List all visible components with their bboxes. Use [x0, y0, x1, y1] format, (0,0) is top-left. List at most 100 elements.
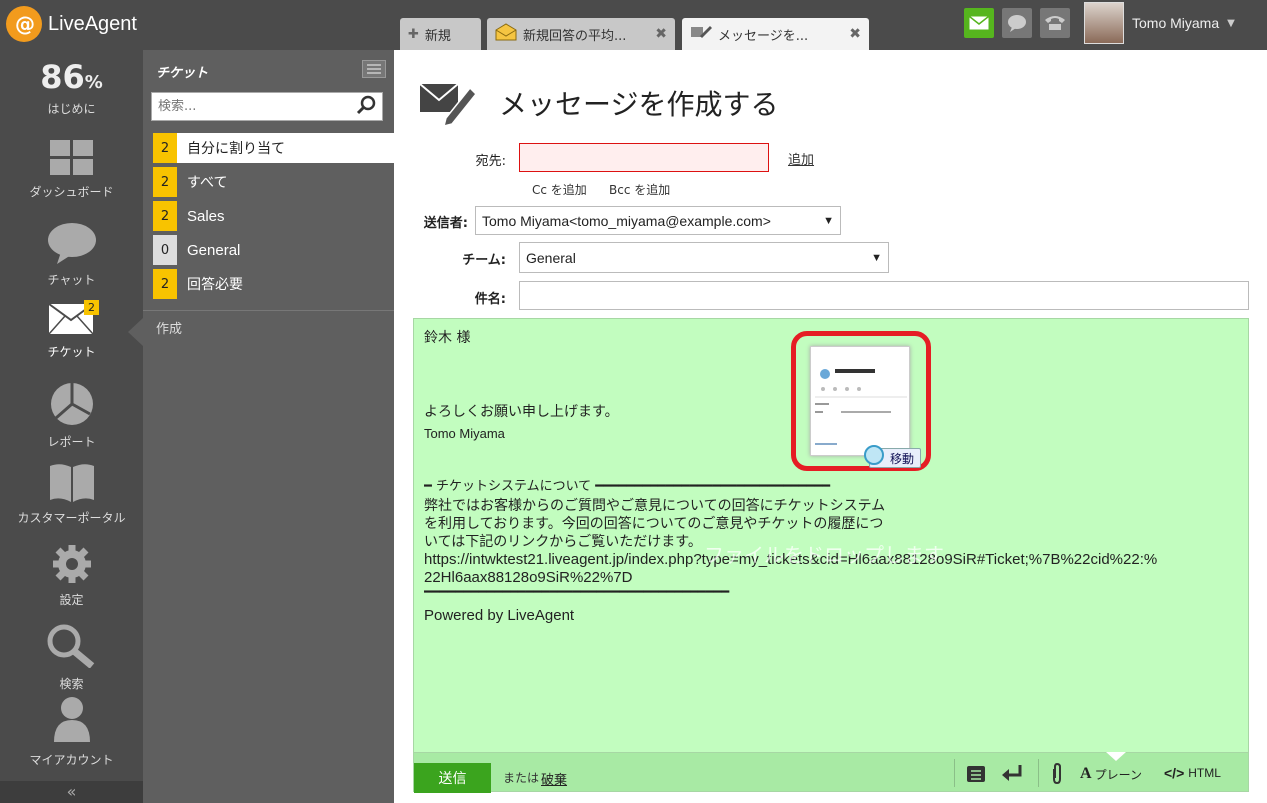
subject-input[interactable] — [519, 281, 1249, 310]
plain-text-mode[interactable]: A プレーン — [1080, 765, 1142, 783]
search-input[interactable] — [158, 99, 348, 114]
drag-thumbnail[interactable] — [810, 346, 910, 456]
nav-label: チケット — [47, 345, 96, 359]
toolbar-divider — [954, 759, 955, 787]
chat-bubble-icon — [1008, 15, 1026, 32]
nav-label: 検索 — [59, 677, 84, 691]
drag-thumbnail-highlight: 移動 — [791, 331, 931, 471]
reply-icon[interactable] — [1000, 763, 1024, 789]
filter-needs-answer[interactable]: 2 回答必要 — [153, 269, 394, 299]
ticket-filter-panel: チケット 2 自分に割り当て 2 すべて 2 Sales 0 General 2… — [143, 50, 394, 803]
to-input[interactable] — [519, 143, 769, 172]
team-label: チーム: — [462, 253, 506, 268]
panel-title: チケット — [156, 66, 209, 81]
move-label: 移動 — [889, 451, 914, 466]
filter-general[interactable]: 0 General — [153, 235, 394, 265]
phone-icon — [1045, 16, 1065, 30]
nav-tickets[interactable]: 2 チケット — [0, 300, 143, 360]
gear-icon — [52, 545, 91, 583]
add-cc-link[interactable]: Cc を追加 — [532, 181, 587, 198]
chat-icon — [47, 223, 96, 264]
add-recipient-link[interactable]: 追加 — [788, 149, 814, 168]
powered-by-text: Powered by LiveAgent — [424, 607, 575, 624]
progress-value: 86% — [40, 58, 103, 96]
close-icon[interactable]: ✖ — [849, 26, 861, 42]
body-paragraph: を利用しております。今回の回答についてのご意見やチケットの履歴につ — [424, 516, 884, 532]
active-pointer — [128, 318, 143, 346]
filter-all[interactable]: 2 すべて — [153, 167, 394, 197]
chat-status-button[interactable] — [1002, 8, 1032, 38]
team-select[interactable]: General ▼ — [519, 242, 889, 273]
tab-new[interactable]: ✚ 新規 — [400, 18, 481, 50]
filter-sales[interactable]: 2 Sales — [153, 201, 394, 231]
filter-label: Sales — [187, 207, 225, 225]
tab-label: 新規回答の平均... — [523, 28, 627, 44]
code-icon: </> — [1164, 765, 1185, 781]
search-icon[interactable] — [356, 95, 376, 119]
filter-assigned-to-me[interactable]: 2 自分に割り当て — [153, 133, 394, 163]
nav-my-account[interactable]: マイアカウント — [0, 696, 143, 768]
liveagent-logo-icon: @ — [6, 6, 42, 42]
greeting-text: 鈴木 様 — [424, 330, 471, 346]
html-mode[interactable]: </> HTML — [1164, 765, 1221, 781]
phone-status-button[interactable] — [1040, 8, 1070, 38]
nav-label: チャット — [47, 273, 96, 287]
send-button[interactable]: 送信 — [414, 763, 491, 793]
separator-rule: ━━━━━━━━━━━━━━━━━━━━━━━━━━━━━━━━━━━━━━━ — [424, 585, 730, 600]
filter-count: 0 — [153, 235, 177, 265]
active-mode-pointer — [1106, 752, 1126, 761]
move-button[interactable]: 移動 — [864, 445, 921, 468]
filter-label: 回答必要 — [187, 277, 243, 293]
collapse-nav-button[interactable]: « — [0, 781, 143, 803]
body-paragraph: 弊社ではお客様からのご質問やご意見についての回答にチケットシステム — [424, 498, 886, 514]
list-view-icon[interactable] — [362, 60, 386, 78]
tab-avg-response[interactable]: 新規回答の平均... ✖ — [487, 18, 675, 50]
page-title: メッセージを作成する — [499, 88, 779, 121]
from-select[interactable]: Tomo Miyama<tomo_miyama@example.com> ▼ — [475, 206, 841, 235]
nav-chat[interactable]: チャット — [0, 222, 143, 288]
canned-messages-icon[interactable] — [966, 765, 986, 787]
envelope-icon — [969, 16, 989, 30]
nav-search[interactable]: 検索 — [0, 624, 143, 692]
tab-label: メッセージを... — [718, 28, 809, 44]
user-menu[interactable]: Tomo Miyama ▼ — [1084, 2, 1235, 44]
app-logo[interactable]: @ LiveAgent — [6, 6, 137, 42]
message-body-editor[interactable]: 鈴木 様 よろしくお願い申し上げます。 Tomo Miyama ━ チケットシス… — [413, 318, 1249, 792]
dashboard-icon — [49, 140, 93, 175]
nav-getting-started[interactable]: 86% はじめに — [0, 58, 143, 117]
attachment-icon[interactable] — [1050, 762, 1064, 789]
email-status-button[interactable] — [964, 8, 994, 38]
filter-count: 2 — [153, 133, 177, 163]
ticket-history-url[interactable]: 22Hl6aax88128o9SiR%22%7D — [424, 569, 632, 586]
plus-icon: ✚ — [408, 26, 419, 42]
discard-link[interactable]: 破棄 — [541, 769, 567, 788]
add-bcc-link[interactable]: Bcc を追加 — [609, 181, 670, 198]
editor-toolbar: 送信 または 破棄 A プレーン </> HTML — [413, 752, 1249, 793]
section-title: ━ チケットシステムについて ━━━━━━━━━━━━━━━━━━━━━━━━━… — [424, 479, 831, 494]
nav-customer-portal[interactable]: カスタマーポータル — [0, 462, 143, 526]
nav-settings[interactable]: 設定 — [0, 544, 143, 608]
subject-label: 件名: — [474, 292, 506, 307]
ticket-count-badge: 2 — [84, 300, 99, 315]
avatar — [1084, 2, 1124, 44]
book-icon — [49, 464, 94, 502]
body-paragraph: いては下記のリンクからご覧いただけます。 — [424, 534, 702, 550]
tab-label: 新規 — [424, 28, 451, 44]
close-icon[interactable]: ✖ — [655, 26, 667, 42]
move-icon — [864, 445, 884, 465]
nav-dashboard[interactable]: ダッシュボード — [0, 140, 143, 200]
nav-reports[interactable]: レポート — [0, 382, 143, 450]
nav-label: レポート — [47, 435, 96, 449]
nav-label: カスタマーポータル — [17, 511, 126, 525]
user-name: Tomo Miyama — [1132, 15, 1220, 31]
chevron-down-icon: ▼ — [1227, 17, 1235, 29]
ticket-search-box[interactable] — [151, 92, 383, 121]
user-icon — [53, 697, 90, 742]
envelope-open-icon — [495, 23, 517, 45]
create-ticket-link[interactable]: 作成 — [156, 318, 182, 337]
tab-compose-message[interactable]: メッセージを... ✖ — [682, 18, 869, 50]
nav-label: はじめに — [47, 102, 96, 116]
app-name: LiveAgent — [48, 12, 137, 35]
to-label: 宛先: — [475, 154, 506, 169]
filter-label: すべて — [187, 175, 228, 191]
